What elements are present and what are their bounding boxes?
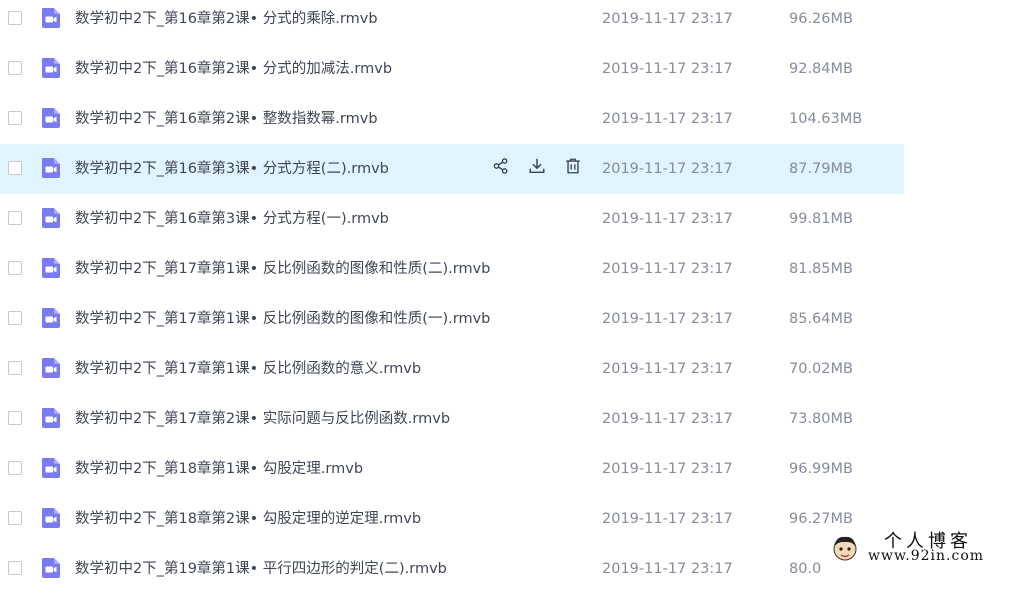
- select-checkbox[interactable]: [8, 361, 22, 375]
- download-button[interactable]: [526, 157, 548, 179]
- video-file-icon: [39, 306, 63, 330]
- file-size: 80.0: [789, 561, 822, 577]
- file-size: 104.63MB: [789, 111, 863, 127]
- file-size: 81.85MB: [789, 261, 853, 277]
- select-checkbox[interactable]: [8, 561, 22, 575]
- video-file-icon: [39, 106, 63, 130]
- file-name[interactable]: 数学初中2下_第17章第2课• 实际问题与反比例函数.rmvb: [75, 409, 450, 429]
- select-checkbox[interactable]: [8, 11, 22, 25]
- file-name[interactable]: 数学初中2下_第19章第1课• 平行四边形的判定(二).rmvb: [75, 559, 447, 579]
- modified-date: 2019-11-17 23:17: [602, 111, 733, 127]
- file-row[interactable]: 数学初中2下_第19章第1课• 平行四边形的判定(二).rmvb 2019-11-…: [0, 544, 904, 594]
- file-size: 92.84MB: [789, 61, 853, 77]
- file-row[interactable]: 数学初中2下_第17章第1课• 反比例函数的意义.rmvb 2019-11-17 …: [0, 344, 904, 394]
- file-row[interactable]: 数学初中2下_第18章第1课• 勾股定理.rmvb 2019-11-17 23:1…: [0, 444, 904, 494]
- row-actions: [490, 157, 584, 181]
- modified-date: 2019-11-17 23:17: [602, 361, 733, 377]
- modified-date: 2019-11-17 23:17: [602, 11, 733, 27]
- video-file-icon: [39, 506, 63, 530]
- modified-date: 2019-11-17 23:17: [602, 211, 733, 227]
- file-name[interactable]: 数学初中2下_第16章第2课• 分式的加减法.rmvb: [75, 59, 392, 79]
- video-file-icon: [39, 156, 63, 180]
- file-name[interactable]: 数学初中2下_第18章第2课• 勾股定理的逆定理.rmvb: [75, 509, 421, 529]
- delete-icon: [564, 157, 582, 179]
- watermark-url: www.92in.com: [868, 548, 985, 564]
- select-checkbox[interactable]: [8, 311, 22, 325]
- modified-date: 2019-11-17 23:17: [602, 161, 733, 177]
- download-icon: [528, 157, 546, 179]
- file-name[interactable]: 数学初中2下_第16章第3课• 分式方程(一).rmvb: [75, 209, 389, 229]
- file-size: 85.64MB: [789, 311, 853, 327]
- file-size: 73.80MB: [789, 411, 853, 427]
- video-file-icon: [39, 356, 63, 380]
- file-row[interactable]: 数学初中2下_第16章第3课• 分式方程(二).rmvb 2019-11-17 2…: [0, 144, 904, 194]
- share-icon: [492, 157, 510, 179]
- file-row[interactable]: 数学初中2下_第16章第2课• 整数指数幂.rmvb 2019-11-17 23:…: [0, 94, 904, 144]
- select-checkbox[interactable]: [8, 261, 22, 275]
- video-file-icon: [39, 56, 63, 80]
- video-file-icon: [39, 406, 63, 430]
- file-name[interactable]: 数学初中2下_第17章第1课• 反比例函数的意义.rmvb: [75, 359, 421, 379]
- video-file-icon: [39, 556, 63, 580]
- share-button[interactable]: [490, 157, 512, 179]
- modified-date: 2019-11-17 23:17: [602, 61, 733, 77]
- select-checkbox[interactable]: [8, 61, 22, 75]
- select-checkbox[interactable]: [8, 211, 22, 225]
- file-row[interactable]: 数学初中2下_第16章第2课• 分式的加减法.rmvb 2019-11-17 23…: [0, 44, 904, 94]
- file-row[interactable]: 数学初中2下_第17章第1课• 反比例函数的图像和性质(二).rmvb 2019-…: [0, 244, 904, 294]
- video-file-icon: [39, 206, 63, 230]
- file-list: 数学初中2下_第16章第2课• 分式的乘除.rmvb 2019-11-17 23:…: [0, 0, 904, 594]
- file-name[interactable]: 数学初中2下_第16章第3课• 分式方程(二).rmvb: [75, 159, 389, 179]
- file-name[interactable]: 数学初中2下_第16章第2课• 整数指数幂.rmvb: [75, 109, 378, 129]
- select-checkbox[interactable]: [8, 511, 22, 525]
- file-name[interactable]: 数学初中2下_第16章第2课• 分式的乘除.rmvb: [75, 9, 378, 29]
- file-name[interactable]: 数学初中2下_第17章第1课• 反比例函数的图像和性质(二).rmvb: [75, 259, 490, 279]
- file-row[interactable]: 数学初中2下_第16章第3课• 分式方程(一).rmvb 2019-11-17 2…: [0, 194, 904, 244]
- modified-date: 2019-11-17 23:17: [602, 511, 733, 527]
- modified-date: 2019-11-17 23:17: [602, 311, 733, 327]
- cartoon-face-icon: [833, 536, 857, 561]
- select-checkbox[interactable]: [8, 461, 22, 475]
- select-checkbox[interactable]: [8, 161, 22, 175]
- video-file-icon: [39, 456, 63, 480]
- delete-button[interactable]: [562, 157, 584, 179]
- modified-date: 2019-11-17 23:17: [602, 461, 733, 477]
- select-checkbox[interactable]: [8, 111, 22, 125]
- file-row[interactable]: 数学初中2下_第17章第2课• 实际问题与反比例函数.rmvb 2019-11-1…: [0, 394, 904, 444]
- watermark: 个人博客 www.92in.com: [826, 527, 1016, 567]
- file-name[interactable]: 数学初中2下_第17章第1课• 反比例函数的图像和性质(一).rmvb: [75, 309, 490, 329]
- modified-date: 2019-11-17 23:17: [602, 561, 733, 577]
- file-row[interactable]: 数学初中2下_第17章第1课• 反比例函数的图像和性质(一).rmvb 2019-…: [0, 294, 904, 344]
- video-file-icon: [39, 256, 63, 280]
- file-name[interactable]: 数学初中2下_第18章第1课• 勾股定理.rmvb: [75, 459, 363, 479]
- file-size: 96.26MB: [789, 11, 853, 27]
- select-checkbox[interactable]: [8, 411, 22, 425]
- modified-date: 2019-11-17 23:17: [602, 261, 733, 277]
- modified-date: 2019-11-17 23:17: [602, 411, 733, 427]
- file-size: 70.02MB: [789, 361, 853, 377]
- file-size: 96.99MB: [789, 461, 853, 477]
- video-file-icon: [39, 6, 63, 30]
- file-size: 87.79MB: [789, 161, 853, 177]
- file-row[interactable]: 数学初中2下_第16章第2课• 分式的乘除.rmvb 2019-11-17 23:…: [0, 0, 904, 44]
- file-size: 99.81MB: [789, 211, 853, 227]
- file-row[interactable]: 数学初中2下_第18章第2课• 勾股定理的逆定理.rmvb 2019-11-17 …: [0, 494, 904, 544]
- file-size: 96.27MB: [789, 511, 853, 527]
